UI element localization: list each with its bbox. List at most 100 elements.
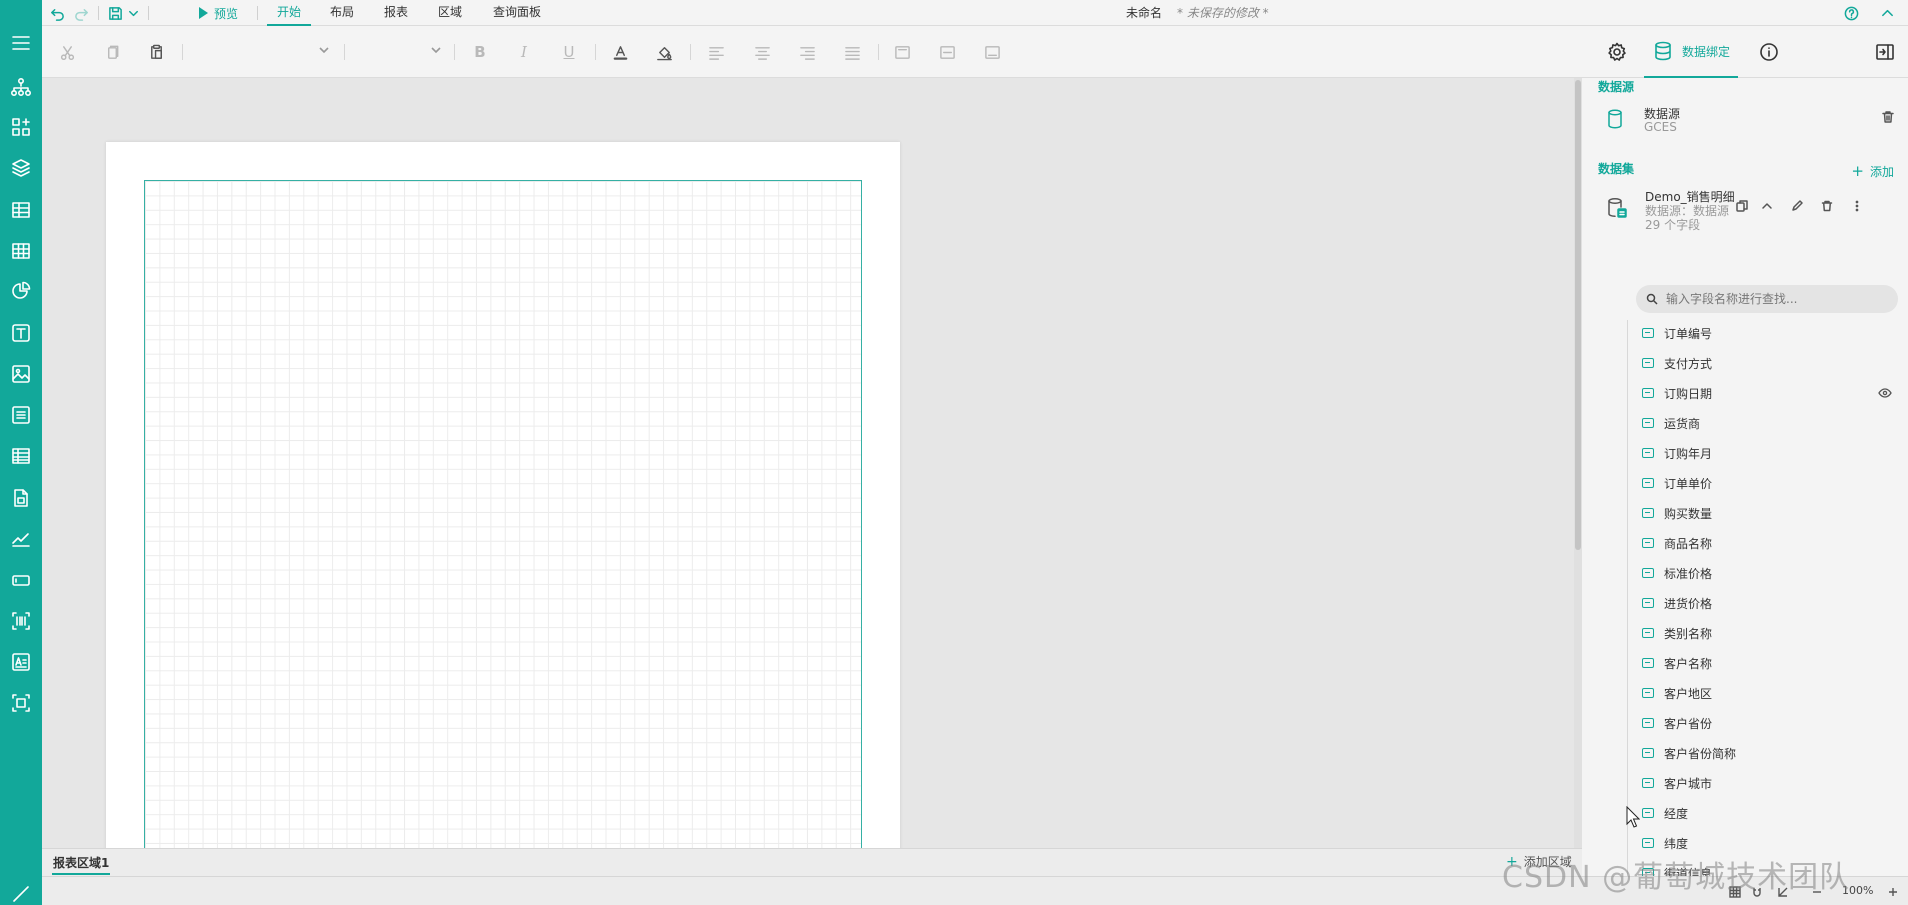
field-item[interactable]: 订购年月 xyxy=(1636,438,1898,468)
pie-chart-icon[interactable] xyxy=(0,270,42,312)
line-icon[interactable] xyxy=(0,882,42,905)
tab-region[interactable]: 区域 xyxy=(432,0,468,26)
field-label: 经度 xyxy=(1664,806,1689,821)
report-page[interactable] xyxy=(106,142,900,848)
field-item[interactable]: 进货价格 xyxy=(1636,588,1898,618)
text-box-icon[interactable] xyxy=(0,312,42,354)
field-item[interactable]: 客户省份简称 xyxy=(1636,738,1898,768)
paste-icon[interactable] xyxy=(146,42,166,62)
valign-bottom-icon[interactable] xyxy=(982,42,1002,62)
richtext-icon[interactable] xyxy=(0,641,42,683)
field-item[interactable]: 运货商 xyxy=(1636,408,1898,438)
field-item[interactable]: 订单单价 xyxy=(1636,468,1898,498)
field-icon xyxy=(1642,358,1654,368)
datasource-item[interactable]: 数据源 GCES xyxy=(1598,100,1904,148)
copy-icon[interactable] xyxy=(1735,199,1749,213)
italic-icon[interactable]: I xyxy=(514,40,534,64)
more-icon[interactable] xyxy=(1850,199,1864,213)
image-icon[interactable] xyxy=(0,353,42,395)
zoom-in-icon[interactable] xyxy=(1886,885,1900,899)
align-justify-icon[interactable] xyxy=(842,42,862,62)
collapse-panel-button[interactable] xyxy=(1864,26,1906,78)
design-canvas[interactable] xyxy=(42,78,1574,848)
layout-icon[interactable] xyxy=(0,106,42,148)
field-item[interactable]: 经度 xyxy=(1636,798,1898,828)
add-label: 添加 xyxy=(1869,164,1894,179)
field-item[interactable]: 购买数量 xyxy=(1636,498,1898,528)
field-label: 标准价格 xyxy=(1664,566,1713,581)
redo-icon[interactable] xyxy=(72,4,90,22)
field-icon xyxy=(1642,538,1654,548)
field-item[interactable]: 客户地区 xyxy=(1636,678,1898,708)
font-size-select[interactable] xyxy=(354,40,444,64)
save-icon[interactable] xyxy=(106,4,124,22)
expand-icon[interactable] xyxy=(1878,4,1896,22)
align-right-icon[interactable] xyxy=(797,42,817,62)
field-item[interactable]: 客户省份 xyxy=(1636,708,1898,738)
delete-icon[interactable] xyxy=(1880,109,1896,125)
settings-tab[interactable] xyxy=(1596,26,1638,78)
dataset-field-count: 29 个字段 xyxy=(1645,218,1701,232)
chevron-up-icon[interactable] xyxy=(1760,199,1774,213)
info-tab[interactable] xyxy=(1748,26,1790,78)
area-tab-1[interactable]: 报表区域1 xyxy=(52,853,111,875)
tab-layout[interactable]: 布局 xyxy=(324,0,360,26)
copy-icon[interactable] xyxy=(102,42,122,62)
field-item[interactable]: 客户名称 xyxy=(1636,648,1898,678)
field-item[interactable]: 标准价格 xyxy=(1636,558,1898,588)
field-icon xyxy=(1642,628,1654,638)
font-color-icon[interactable] xyxy=(610,42,630,62)
grid-icon[interactable] xyxy=(0,230,42,272)
tab-start[interactable]: 开始 xyxy=(267,0,311,26)
table-icon[interactable] xyxy=(0,189,42,231)
list-icon[interactable] xyxy=(0,394,42,436)
font-family-select[interactable] xyxy=(192,40,332,64)
chevron-down-icon[interactable] xyxy=(124,4,142,22)
sparkline-icon[interactable] xyxy=(0,518,42,560)
hierarchy-icon[interactable] xyxy=(0,66,42,108)
field-item[interactable]: 类别名称 xyxy=(1636,618,1898,648)
subreport-icon[interactable] xyxy=(0,477,42,519)
eye-icon[interactable] xyxy=(1878,387,1892,402)
container-icon[interactable] xyxy=(0,682,42,724)
field-item[interactable]: 支付方式 xyxy=(1636,348,1898,378)
help-icon[interactable] xyxy=(1842,4,1860,22)
hamburger-icon[interactable] xyxy=(0,22,42,64)
field-search-input[interactable] xyxy=(1666,292,1886,306)
field-label: 纬度 xyxy=(1664,836,1689,851)
cut-icon[interactable] xyxy=(57,42,77,62)
preview-button[interactable]: 预览 xyxy=(199,0,238,26)
add-dataset-button[interactable]: + 添加 xyxy=(1851,162,1894,180)
dataset-item[interactable]: Demo_销售明细 数据源：数据源 29 个字段 xyxy=(1598,186,1904,232)
field-label: 订购年月 xyxy=(1664,446,1713,461)
search-icon xyxy=(1646,293,1658,305)
field-search[interactable] xyxy=(1636,285,1898,313)
tablix-icon[interactable] xyxy=(0,435,42,477)
valign-middle-icon[interactable] xyxy=(937,42,957,62)
align-center-icon[interactable] xyxy=(752,42,772,62)
align-left-icon[interactable] xyxy=(706,42,726,62)
input-icon[interactable] xyxy=(0,559,42,601)
report-body-grid[interactable] xyxy=(144,180,862,848)
canvas-scrollbar[interactable] xyxy=(1574,78,1582,848)
field-item[interactable]: 商品名称 xyxy=(1636,528,1898,558)
valign-top-icon[interactable] xyxy=(892,42,912,62)
collapse-panel-icon xyxy=(1876,44,1894,60)
undo-icon[interactable] xyxy=(48,4,66,22)
tab-report[interactable]: 报表 xyxy=(378,0,414,26)
edit-icon[interactable] xyxy=(1790,199,1804,213)
field-item[interactable]: 订单编号 xyxy=(1636,318,1898,348)
barcode-icon[interactable] xyxy=(0,600,42,642)
field-item[interactable]: 订购日期 xyxy=(1636,378,1898,408)
chevron-down-icon xyxy=(430,44,444,58)
delete-icon[interactable] xyxy=(1820,199,1834,213)
layers-icon[interactable] xyxy=(0,147,42,189)
tab-data-binding[interactable]: 数据绑定 xyxy=(1644,26,1738,78)
bold-icon[interactable]: B xyxy=(470,40,490,64)
field-item[interactable]: 客户城市 xyxy=(1636,768,1898,798)
scrollbar-thumb[interactable] xyxy=(1575,80,1581,550)
underline-icon[interactable]: U xyxy=(559,40,579,64)
tab-query-panel[interactable]: 查询面板 xyxy=(484,0,550,26)
field-label: 商品名称 xyxy=(1664,536,1713,551)
fill-color-icon[interactable] xyxy=(654,42,674,62)
